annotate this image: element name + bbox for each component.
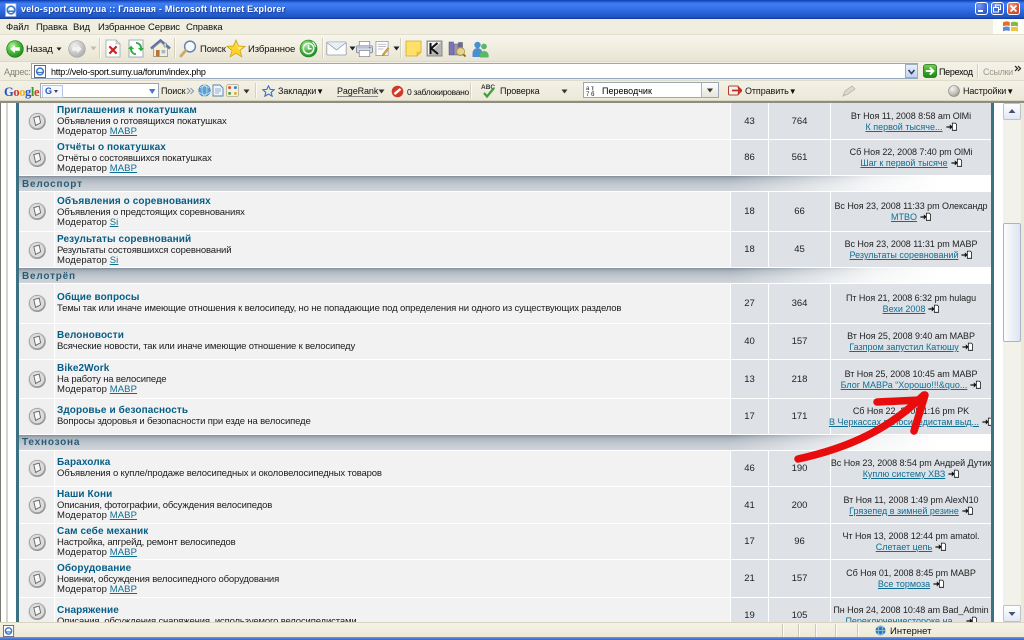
svg-text:7 б: 7 б xyxy=(586,92,595,96)
